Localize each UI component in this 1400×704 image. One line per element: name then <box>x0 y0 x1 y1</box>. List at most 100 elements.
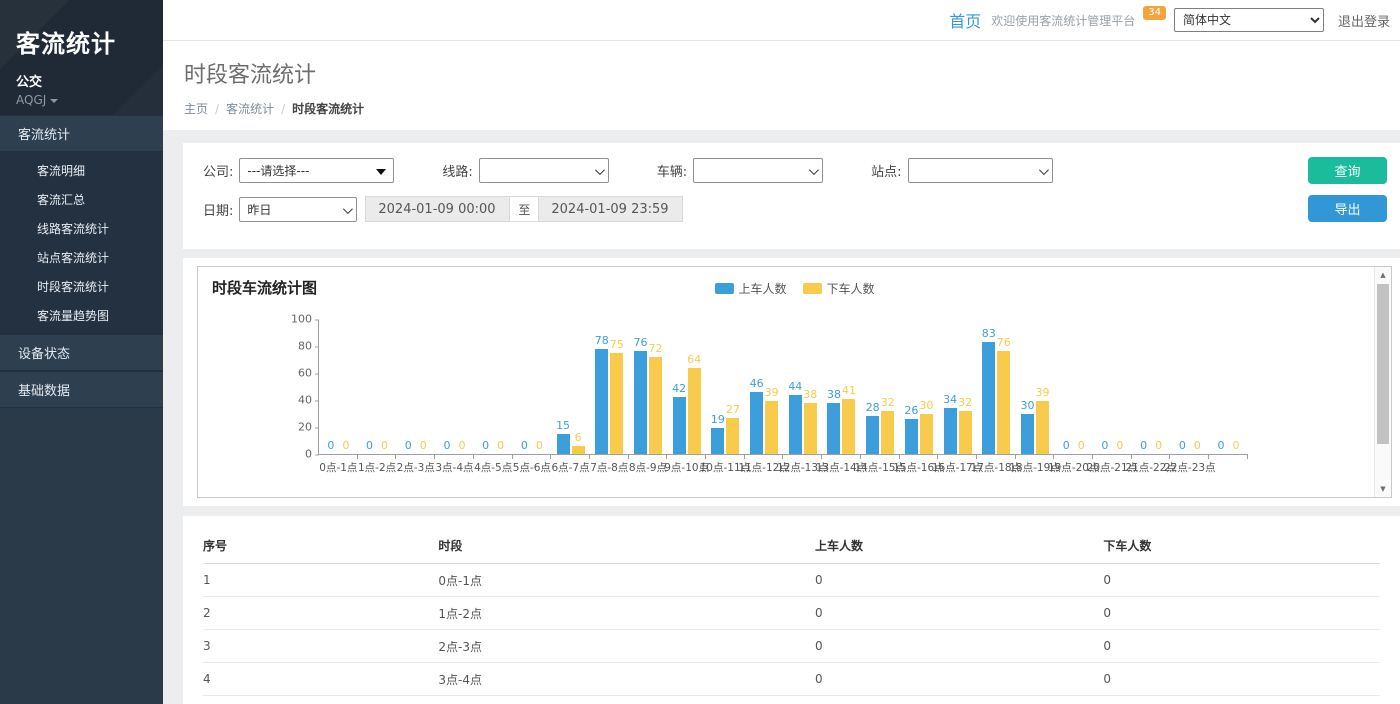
bar-boarding[interactable]: 44 <box>789 395 802 454</box>
station-label: 站点: <box>871 161 901 180</box>
bar-group: 263015点-16点 <box>900 319 939 454</box>
bar-alighting[interactable]: 38 <box>804 403 817 454</box>
bar-value-label: 64 <box>687 353 701 366</box>
bar-boarding[interactable]: 76 <box>634 351 647 454</box>
breadcrumb-current: 时段客流统计 <box>292 102 364 116</box>
bar-value-label: 0 <box>497 439 504 452</box>
scroll-up-icon[interactable]: ▲ <box>1375 267 1391 283</box>
x-axis-label: 7点-8点 <box>590 460 628 475</box>
bar-value-label: 6 <box>575 431 582 444</box>
table-cell: 2 <box>203 597 438 630</box>
table-cell: 2点-3点 <box>438 630 815 663</box>
bar-alighting[interactable]: 75 <box>610 353 623 454</box>
chevron-down-icon <box>595 165 605 175</box>
sidebar-subitem[interactable]: 客流量趋势图 <box>0 301 163 330</box>
bar-boarding[interactable]: 38 <box>827 403 840 454</box>
bar-alighting[interactable]: 32 <box>959 411 972 454</box>
bar-alighting[interactable]: 39 <box>765 401 778 454</box>
vehicle-select[interactable] <box>693 158 823 183</box>
bar-chart-plot: 020406080100000点-1点001点-2点002点-3点003点-4点… <box>318 320 1248 455</box>
bar-boarding[interactable]: 15 <box>557 434 570 454</box>
sidebar-subitem[interactable]: 站点客流统计 <box>0 243 163 272</box>
company-select[interactable]: ---请选择--- <box>239 158 394 183</box>
org-name: 公交 <box>16 71 147 90</box>
account-dropdown[interactable]: AQGJ <box>16 93 147 107</box>
bar-alighting[interactable]: 6 <box>572 446 585 454</box>
bar-alighting[interactable]: 41 <box>842 399 855 454</box>
table-cell: 3点-4点 <box>438 663 815 696</box>
sidebar-subitem[interactable]: 客流明细 <box>0 156 163 185</box>
legend-label: 下车人数 <box>827 280 875 297</box>
bar-alighting[interactable]: 32 <box>881 411 894 454</box>
bar-boarding[interactable]: 28 <box>866 416 879 454</box>
bar-alighting[interactable]: 39 <box>1036 401 1049 454</box>
bar-value-label: 41 <box>842 384 856 397</box>
sidebar: 客流统计 公交 AQGJ 客流统计 客流明细客流汇总线路客流统计站点客流统计时段… <box>0 0 163 704</box>
legend-item-alighting[interactable]: 下车人数 <box>803 280 875 297</box>
date-range-separator: 至 <box>510 196 538 222</box>
table-cell: 0 <box>1103 564 1380 597</box>
legend-item-boarding[interactable]: 上车人数 <box>714 280 786 297</box>
home-link[interactable]: 首页 <box>949 8 981 32</box>
bar-boarding[interactable]: 26 <box>905 419 918 454</box>
bar-boarding[interactable]: 42 <box>673 397 686 454</box>
notification-badge[interactable]: 34 <box>1143 6 1166 20</box>
station-select[interactable] <box>908 158 1053 183</box>
table-cell: 0 <box>815 696 1103 704</box>
breadcrumb-home[interactable]: 主页 <box>184 102 208 116</box>
table-cell: 0 <box>815 564 1103 597</box>
x-axis-label: 3点-4点 <box>435 460 473 475</box>
bar-group: 303918点-19点 <box>1016 319 1055 454</box>
scroll-down-icon[interactable]: ▼ <box>1375 481 1391 497</box>
table-cell: 0 <box>1103 597 1380 630</box>
sidebar-subitem[interactable]: 客流汇总 <box>0 185 163 214</box>
bar-alighting[interactable]: 72 <box>649 357 662 454</box>
table-cell: 0 <box>815 663 1103 696</box>
table-row[interactable]: 43点-4点00 <box>203 663 1380 696</box>
table-row[interactable]: 54点-5点00 <box>203 696 1380 704</box>
sidebar-subitem[interactable]: 时段客流统计 <box>0 272 163 301</box>
bar-boarding[interactable]: 78 <box>595 349 608 454</box>
bar-group: 0022点-23点 <box>1170 319 1209 454</box>
bar-boarding[interactable]: 34 <box>944 408 957 454</box>
bar-alighting[interactable]: 27 <box>726 418 739 454</box>
sidebar-subitem[interactable]: 线路客流统计 <box>0 214 163 243</box>
breadcrumb-passenger-stats[interactable]: 客流统计 <box>226 102 274 116</box>
logout-link[interactable]: 退出登录 <box>1338 11 1390 30</box>
line-label: 线路: <box>442 161 472 180</box>
export-button[interactable]: 导出 <box>1308 195 1387 222</box>
query-button[interactable]: 查询 <box>1308 157 1387 184</box>
bar-value-label: 46 <box>750 377 764 390</box>
table-row[interactable]: 21点-2点00 <box>203 597 1380 630</box>
date-from-input[interactable]: 2024-01-09 00:00 <box>365 196 510 222</box>
bar-boarding[interactable]: 30 <box>1021 414 1034 455</box>
bar-value-label: 38 <box>827 388 841 401</box>
main-area: 首页 欢迎使用客流统计管理平台 34 简体中文 退出登录 时段客流统计 主页/客… <box>163 0 1400 704</box>
chart-scrollbar[interactable]: ▲ ▼ <box>1374 267 1391 497</box>
caret-down-icon <box>50 99 58 103</box>
table-row[interactable]: 10点-1点00 <box>203 564 1380 597</box>
time-slot-table: 序号 时段 上车人数 下车人数 10点-1点0021点-2点0032点-3点00… <box>203 528 1380 704</box>
language-select[interactable]: 简体中文 <box>1174 8 1324 32</box>
bar-alighting[interactable]: 30 <box>920 414 933 455</box>
bar-boarding[interactable]: 83 <box>982 342 995 454</box>
sidebar-item-passenger-stats[interactable]: 客流统计 <box>0 115 163 152</box>
bar-boarding[interactable]: 46 <box>750 392 763 454</box>
chevron-down-icon <box>1039 165 1049 175</box>
date-to-input[interactable]: 2024-01-09 23:59 <box>538 196 683 222</box>
bar-boarding[interactable]: 19 <box>711 428 724 454</box>
bar-alighting[interactable]: 76 <box>997 351 1010 454</box>
date-preset-select[interactable]: 昨日 <box>239 197 357 222</box>
table-row[interactable]: 32点-3点00 <box>203 630 1380 663</box>
scrollbar-thumb[interactable] <box>1377 284 1389 444</box>
bar-alighting[interactable]: 64 <box>688 368 701 454</box>
bar-group: 0019点-20点 <box>1054 319 1093 454</box>
sidebar-menu: 客流统计 客流明细客流汇总线路客流统计站点客流统计时段客流统计客流量趋势图 设备… <box>0 115 163 408</box>
col-header-alighting: 下车人数 <box>1103 528 1380 564</box>
bar-value-label: 0 <box>381 439 388 452</box>
sidebar-item-base-data[interactable]: 基础数据 <box>0 371 163 408</box>
bar-group: 837617点-18点 <box>977 319 1016 454</box>
bar-group: 443812点-13点 <box>783 319 822 454</box>
sidebar-item-device-status[interactable]: 设备状态 <box>0 334 163 371</box>
line-select[interactable] <box>479 158 609 183</box>
